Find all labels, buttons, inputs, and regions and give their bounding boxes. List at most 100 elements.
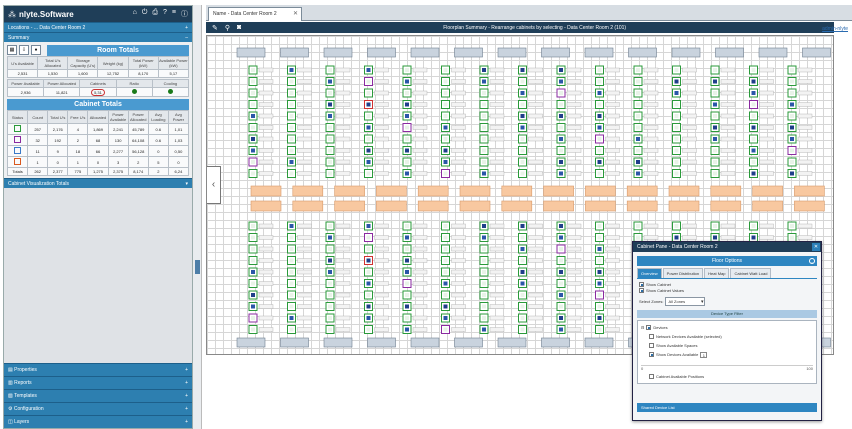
tree-checkbox[interactable] bbox=[646, 325, 652, 330]
expand-icon[interactable]: + bbox=[185, 380, 188, 386]
tree-root[interactable]: ⊟ Devices bbox=[641, 323, 813, 332]
cabinet-fill bbox=[443, 235, 448, 240]
info-icon[interactable]: ⓘ bbox=[181, 9, 188, 19]
cabinet-fill bbox=[751, 148, 756, 153]
tree-checkbox[interactable] bbox=[649, 334, 654, 339]
templates-section[interactable]: ▧ Templates + bbox=[4, 389, 192, 402]
cabinet-fill bbox=[751, 91, 756, 95]
user-link[interactable]: admin-nlyte bbox=[822, 26, 848, 32]
expand-icon[interactable]: + bbox=[185, 393, 188, 399]
cabinet-label bbox=[412, 79, 428, 84]
table-header: Total U's bbox=[47, 110, 69, 124]
cabinet-label bbox=[489, 269, 505, 275]
tab-floorplan[interactable]: Name - Data Center Room 2 ✕ bbox=[208, 7, 302, 21]
table-row: 11 9 18 66 2,277 56,128 0 0,50 bbox=[6, 145, 190, 157]
totals-cell: 775 bbox=[67, 167, 89, 176]
expand-icon[interactable]: + bbox=[185, 25, 188, 31]
cabinet-label bbox=[566, 315, 582, 321]
export-icon[interactable]: ⇩ bbox=[19, 45, 29, 55]
cabinet-label bbox=[528, 327, 543, 332]
range-scale[interactable]: 0 100 bbox=[641, 365, 813, 371]
cabinet-fill bbox=[251, 160, 255, 164]
cooling-unit bbox=[710, 185, 742, 197]
tree-checkbox[interactable] bbox=[649, 352, 654, 357]
tab-cabinet-watt-load[interactable]: Cabinet Watt Load bbox=[730, 268, 772, 278]
show-cabinet-checkbox[interactable] bbox=[639, 282, 644, 287]
chevron-down-icon[interactable]: ▾ bbox=[185, 181, 188, 187]
close-icon[interactable]: ✕ bbox=[812, 243, 820, 251]
panel-splitter[interactable] bbox=[193, 5, 202, 429]
cabinet-label bbox=[297, 125, 312, 130]
table-cell: 45,789 bbox=[127, 123, 149, 135]
table-cell: 1 bbox=[27, 156, 49, 168]
home-icon[interactable]: ⌂ bbox=[133, 9, 137, 19]
properties-section[interactable]: ▤ Properties + bbox=[4, 363, 192, 376]
cabinet-fill bbox=[328, 316, 332, 320]
cabinet-label bbox=[720, 159, 736, 165]
cabinet-fill bbox=[751, 102, 756, 107]
configuration-section[interactable]: ⚙ Configuration + bbox=[4, 402, 192, 415]
cabinet-fill bbox=[366, 79, 371, 84]
perimeter-unit bbox=[323, 337, 353, 348]
cabinet-fill bbox=[366, 235, 371, 240]
cabinet-label bbox=[297, 171, 312, 176]
tree-item[interactable]: Cabinet Available Positions bbox=[641, 372, 704, 381]
reports-section[interactable]: ▥ Reports + bbox=[4, 376, 192, 389]
cabinet-fill bbox=[559, 281, 563, 286]
tab-heat-map[interactable]: Heat Map bbox=[704, 268, 730, 278]
cabinet-label bbox=[451, 246, 466, 252]
grid-view-icon[interactable]: ▦ bbox=[7, 45, 17, 55]
edit-icon[interactable]: ✎ bbox=[212, 24, 218, 32]
cabinet-label bbox=[335, 102, 351, 107]
tree-checkbox[interactable] bbox=[649, 374, 654, 379]
cabinet-label bbox=[528, 315, 543, 321]
expand-icon[interactable]: + bbox=[185, 419, 188, 425]
expand-icon[interactable]: ⊟ bbox=[641, 325, 644, 330]
zone-select[interactable]: All Zones bbox=[665, 297, 706, 306]
location-section[interactable]: Locations - ... Data Center Room 2 + bbox=[4, 22, 192, 32]
filter-icon[interactable]: ⚲ bbox=[225, 24, 230, 32]
minimize-icon[interactable]: – bbox=[809, 258, 815, 264]
splitter-grip[interactable] bbox=[195, 260, 200, 274]
close-icon[interactable]: ✕ bbox=[293, 10, 298, 17]
power-icon[interactable]: ⏻ bbox=[142, 9, 148, 19]
cabinet-visualization-section[interactable]: Cabinet Visualization Totals ▾ bbox=[4, 178, 192, 188]
cabinet-fill bbox=[443, 125, 448, 130]
tree-item[interactable]: Show Available Spaces bbox=[641, 341, 813, 350]
cabinet-label bbox=[335, 90, 351, 96]
expand-icon[interactable]: + bbox=[185, 367, 188, 373]
perimeter-unit bbox=[584, 47, 614, 58]
show-values-checkbox[interactable] bbox=[639, 288, 644, 293]
layers-section[interactable]: ◫ Layers + bbox=[4, 415, 192, 428]
cabinet-fill bbox=[482, 160, 486, 164]
tab-overview[interactable]: Overview bbox=[637, 268, 662, 278]
cabinet-fill bbox=[405, 281, 409, 286]
perimeter-unit bbox=[671, 47, 701, 58]
tree-item[interactable]: Network Devices Available (selected) bbox=[641, 332, 813, 341]
tree-checkbox[interactable] bbox=[649, 343, 654, 348]
cabinet-fill bbox=[405, 293, 409, 297]
cabinet-label bbox=[528, 113, 543, 119]
shared-device-list-bar[interactable]: Shared Device List bbox=[637, 403, 817, 412]
value-input[interactable]: 1 bbox=[700, 351, 708, 358]
tab-power-distribution[interactable]: Power Distribution bbox=[662, 268, 704, 278]
floorplan-toolbar: ✎ ⚲ ◙ Floorplan Summary - Rearrange cabi… bbox=[206, 22, 834, 33]
cabinet-label bbox=[759, 90, 774, 96]
collapse-icon[interactable]: – bbox=[185, 35, 188, 41]
cabinet-label bbox=[335, 258, 351, 263]
cabinet-fill bbox=[443, 68, 448, 72]
cabinet-label bbox=[412, 102, 428, 107]
cabinet-label bbox=[258, 102, 274, 107]
summary-section[interactable]: Summary – bbox=[4, 32, 192, 42]
help-icon[interactable]: ? bbox=[163, 9, 167, 19]
cabinet-label bbox=[335, 281, 351, 286]
tree-item[interactable]: Show Devices Available 1 bbox=[641, 350, 813, 359]
user-icon[interactable]: ● bbox=[31, 45, 41, 55]
cabinet-fill bbox=[559, 79, 563, 84]
print-icon[interactable]: ⎙ bbox=[152, 9, 158, 19]
expand-icon[interactable]: + bbox=[185, 406, 188, 412]
cabinet-fill bbox=[713, 171, 717, 176]
cabinet-fill bbox=[328, 79, 332, 84]
collapse-arrow-icon[interactable]: ‹ bbox=[207, 166, 221, 204]
menu-icon[interactable]: ≡ bbox=[172, 9, 176, 19]
